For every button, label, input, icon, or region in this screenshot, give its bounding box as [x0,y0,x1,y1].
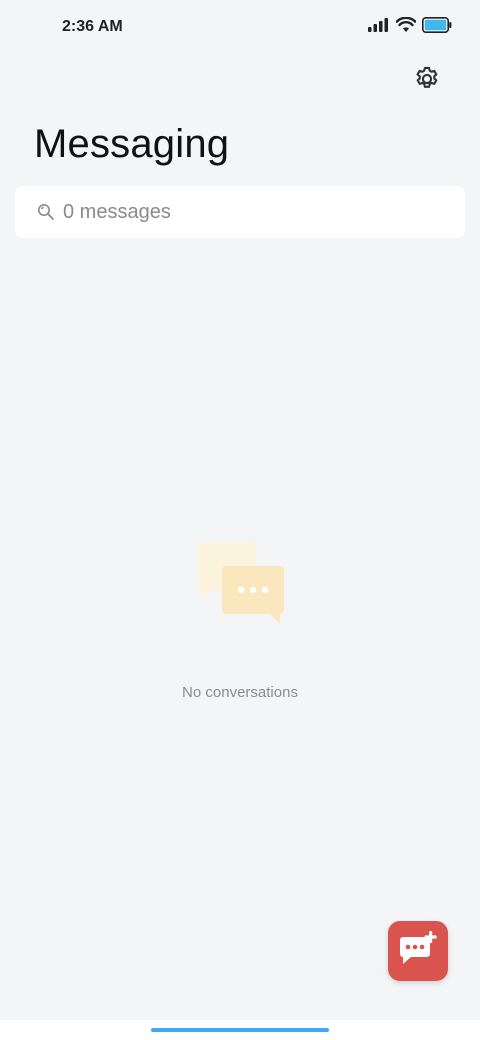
navigation-bar [0,1020,480,1040]
new-message-icon [397,930,439,973]
status-bar: 2:36 AM [0,0,480,56]
home-indicator[interactable] [151,1028,329,1032]
settings-button[interactable] [412,66,442,96]
status-icons [368,16,452,38]
empty-state-message: No conversations [182,684,298,701]
wifi-icon [395,16,417,38]
page-title: Messaging [34,122,230,166]
status-time: 2:36 AM [62,18,123,35]
signal-icon [368,18,390,37]
new-message-button[interactable] [388,921,448,981]
search-icon [37,202,57,222]
search-placeholder: 0 messages [63,200,171,223]
search-input[interactable]: 0 messages [15,186,465,238]
chat-bubbles-icon [0,540,480,630]
gear-icon [413,65,441,98]
empty-state: No conversations [0,540,480,701]
battery-icon [422,17,452,38]
